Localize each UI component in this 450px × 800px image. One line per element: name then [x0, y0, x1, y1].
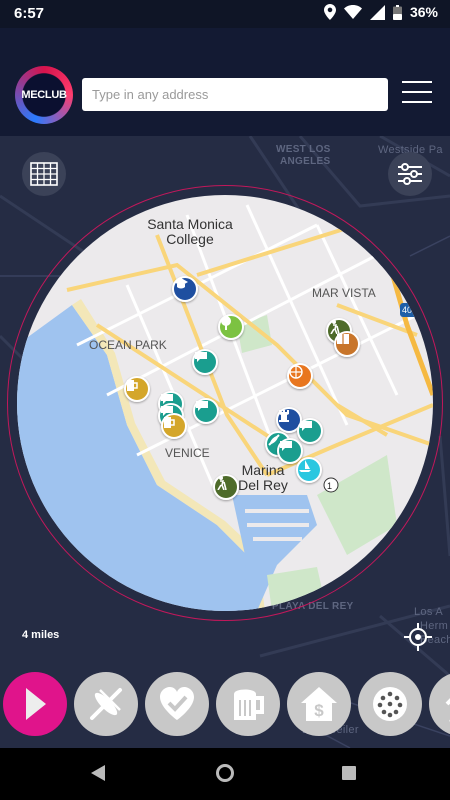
my-location-button[interactable]: [402, 621, 434, 653]
sailboat-icon: [299, 460, 311, 472]
map-magnifier-lens[interactable]: Santa Monica College MAR VISTA OCEAN PAR…: [17, 195, 433, 611]
map-label-mar-vista: MAR VISTA: [312, 286, 376, 300]
hiker-icon: [217, 476, 227, 490]
pin-beer[interactable]: [124, 376, 150, 402]
app-header: MECLUB: [0, 28, 450, 136]
golf-ball-icon: [221, 316, 231, 330]
book-icon: [337, 334, 349, 344]
kayak-icon: [90, 688, 122, 720]
basketball-icon: [289, 365, 303, 379]
highway-1-label: 1: [327, 481, 333, 491]
category-beer-button[interactable]: [216, 672, 280, 736]
system-navigation-bar: [0, 748, 450, 800]
lens-map-base: [17, 204, 433, 611]
category-pickleball-button[interactable]: [358, 672, 422, 736]
heart-check-icon: [160, 687, 194, 720]
pin-social[interactable]: [192, 349, 218, 375]
menu-line-icon: [402, 101, 432, 103]
logo-text: MECLUB: [21, 89, 67, 101]
chat-bubble-icon: [195, 352, 207, 362]
filter-settings-button[interactable]: [388, 152, 432, 196]
beer-mug-icon: [164, 417, 175, 428]
pickleball-icon: [373, 687, 407, 721]
map-label-venice: VENICE: [165, 446, 210, 460]
menu-line-icon: [402, 91, 432, 93]
pin-sailing[interactable]: [296, 457, 322, 483]
nav-back-icon[interactable]: [91, 765, 105, 781]
map-label-west-la: WEST LOS: [276, 144, 331, 155]
hamburger-menu-button[interactable]: [402, 81, 432, 107]
pin-education[interactable]: [172, 276, 198, 302]
map-scale-label: 4 miles: [22, 629, 60, 641]
chat-bubble-icon: [196, 401, 208, 411]
pin-library[interactable]: [334, 331, 360, 357]
nav-recent-apps-icon[interactable]: [342, 766, 356, 780]
category-kayak-button[interactable]: [74, 672, 138, 736]
hiker-icon: [330, 320, 340, 334]
map-label-santa-monica-college: Santa Monica College: [135, 217, 245, 247]
app-screen: 6:57 36% MECLUB Type in any address WEST…: [0, 0, 450, 800]
category-home-dollar-button[interactable]: $: [287, 672, 351, 736]
label-text: Marina Del Rey: [238, 462, 288, 493]
category-bar: $: [0, 668, 450, 744]
location-icon: [323, 4, 336, 20]
beer-mug-icon: [127, 380, 138, 391]
category-play-button[interactable]: [3, 672, 67, 736]
svg-text:$: $: [314, 701, 324, 720]
pin-social-venice[interactable]: [193, 398, 219, 424]
beer-mug-icon: [234, 689, 264, 720]
hiker-icon: [445, 698, 450, 722]
sliders-icon: [398, 163, 422, 185]
menu-line-icon: [402, 81, 432, 83]
chess-rook-icon: [279, 410, 289, 422]
status-icons: 36%: [323, 4, 438, 20]
status-bar: 6:57 36%: [0, 0, 450, 28]
crosshair-icon: [404, 623, 432, 651]
label-text: Santa Monica College: [147, 216, 233, 247]
chat-bubble-icon: [300, 421, 312, 431]
play-icon: [26, 688, 46, 720]
map-label-angeles: ANGELES: [280, 156, 331, 167]
nav-home-icon[interactable]: [216, 764, 234, 782]
battery-icon: [392, 4, 402, 20]
graduation-cap-icon: [174, 278, 188, 289]
pin-golf[interactable]: [218, 314, 244, 340]
pin-basketball[interactable]: [287, 363, 313, 389]
status-time: 6:57: [14, 5, 45, 22]
address-search-input[interactable]: [82, 78, 388, 111]
battery-level: 36%: [409, 4, 438, 20]
pin-beer-venice[interactable]: [161, 413, 187, 439]
category-hiking-button[interactable]: [429, 672, 450, 736]
highway-405-label: 405: [402, 305, 418, 315]
home-dollar-icon: $: [301, 687, 337, 721]
category-heart-button[interactable]: [145, 672, 209, 736]
pin-hiking-marina[interactable]: [213, 474, 239, 500]
grid-view-button[interactable]: [22, 152, 66, 196]
wifi-icon: [343, 5, 362, 19]
map-label-ocean-park: OCEAN PARK: [89, 338, 167, 352]
grid-icon: [30, 162, 58, 186]
chat-bubble-icon: [280, 441, 292, 451]
signal-icon: [369, 4, 385, 20]
pin-social-marina[interactable]: [297, 418, 323, 444]
map-label-marina-del-rey: Marina Del Rey: [233, 463, 293, 493]
app-logo[interactable]: MECLUB: [15, 66, 73, 124]
